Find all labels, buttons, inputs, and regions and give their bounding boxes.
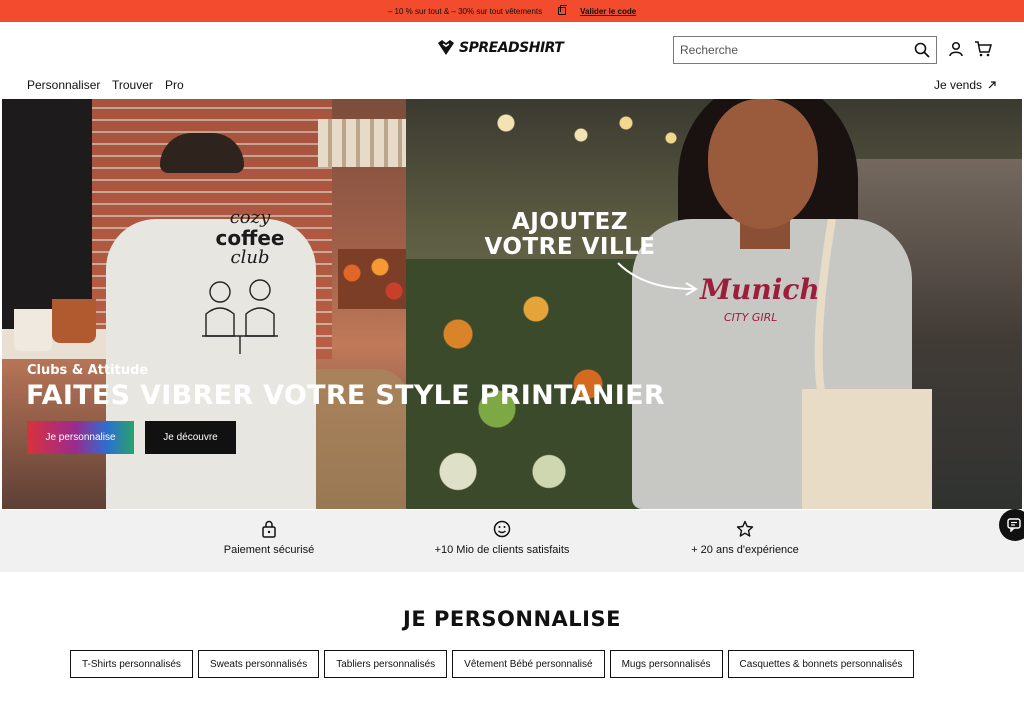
- nav-personnaliser[interactable]: Personnaliser: [27, 78, 100, 92]
- smiley-icon: [493, 520, 511, 538]
- trust-label: + 20 ans d'expérience: [691, 544, 799, 556]
- spreadshirt-logo[interactable]: SPREADSHIRT: [437, 39, 564, 57]
- external-arrow-icon: [988, 81, 996, 89]
- sell-label: Je vends: [933, 78, 982, 92]
- white-mug: [14, 309, 52, 351]
- hero-title: FAITES VIBRER VOTRE STYLE PRINTANIER: [26, 380, 665, 411]
- copy-icon[interactable]: [558, 5, 568, 15]
- hair: [160, 133, 244, 173]
- trust-bar: Paiement sécurisé +10 Mio de clients sat…: [0, 510, 1024, 572]
- shirt-print-city-girl: CITY GIRL: [724, 311, 778, 324]
- nav-sell-link[interactable]: Je vends: [934, 78, 996, 92]
- search-box[interactable]: [673, 36, 937, 64]
- site-header: SPREADSHIRT: [0, 22, 1024, 72]
- hero-subtitle: Clubs & Attitude: [27, 363, 149, 378]
- nav-trouver[interactable]: Trouver: [112, 78, 153, 92]
- trust-label: +10 Mio de clients satisfaits: [434, 544, 570, 556]
- curved-arrow-icon: [617, 262, 698, 296]
- brown-mug: [52, 299, 96, 343]
- print-line-2: coffee: [215, 226, 285, 250]
- shirt-print-coffee: cozy coffee club: [200, 209, 300, 267]
- promo-banner: – 10 % sur tout & – 30% sur tout vêtemen…: [0, 0, 1024, 22]
- awning: [318, 119, 408, 167]
- chip-mugs[interactable]: Mugs personnalisés: [609, 650, 723, 678]
- category-chips: T-Shirts personnalisés Sweats personnali…: [70, 650, 915, 678]
- discover-button[interactable]: Je découvre: [145, 421, 236, 454]
- trust-label: Paiement sécurisé: [223, 544, 315, 556]
- promo-code-link[interactable]: Valider le code: [580, 7, 636, 16]
- logo-wordmark: SPREADSHIRT: [459, 40, 564, 56]
- chat-widget-button[interactable]: [999, 509, 1024, 541]
- account-icon[interactable]: [948, 41, 964, 57]
- personalize-button[interactable]: Je personnalise: [27, 421, 134, 454]
- logo-heart-icon: [438, 40, 454, 55]
- tote-bag: [802, 219, 932, 509]
- chip-casquettes[interactable]: Casquettes & bonnets personnalisés: [727, 650, 915, 678]
- star-icon: [736, 520, 754, 537]
- nav-pro[interactable]: Pro: [165, 78, 184, 92]
- shirt-illustration: [202, 279, 278, 354]
- search-input[interactable]: [674, 37, 894, 63]
- chat-icon: [1007, 518, 1021, 532]
- search-icon[interactable]: [914, 42, 930, 58]
- print-line-3: club: [230, 247, 270, 268]
- chip-tabliers[interactable]: Tabliers personnalisés: [324, 650, 448, 678]
- promo-text: – 10 % sur tout & – 30% sur tout vêtemen…: [387, 6, 543, 16]
- cart-icon[interactable]: [974, 41, 992, 57]
- face: [708, 99, 818, 229]
- chip-bebe[interactable]: Vêtement Bébé personnalisé: [452, 650, 605, 678]
- shirt-print-munich: Munich: [700, 273, 820, 306]
- hero-overlay-text: AJOUTEZ VOTRE VILLE: [480, 210, 660, 260]
- lock-icon: [262, 520, 276, 538]
- trust-experience: + 20 ans d'expérience: [645, 520, 845, 556]
- trust-secure-payment: Paiement sécurisé: [169, 520, 369, 556]
- trust-happy-customers: +10 Mio de clients satisfaits: [402, 520, 602, 556]
- overlay-line-2: VOTRE VILLE: [484, 234, 656, 260]
- main-nav: Personnaliser Trouver Pro Je vends: [0, 72, 1024, 98]
- print-line-1: cozy: [229, 207, 271, 228]
- overlay-line-1: AJOUTEZ: [511, 209, 629, 235]
- fruit-crate: [338, 249, 408, 309]
- chip-tshirts[interactable]: T-Shirts personnalisés: [70, 650, 193, 678]
- chip-sweats[interactable]: Sweats personnalisés: [197, 650, 320, 678]
- section-title: JE PERSONNALISE: [403, 607, 621, 631]
